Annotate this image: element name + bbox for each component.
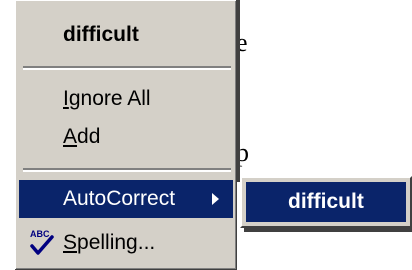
autocorrect-submenu: difficult	[240, 176, 412, 228]
add-mnemonic: A	[63, 125, 78, 148]
spelling-mnemonic: S	[63, 231, 78, 254]
add-label: dd	[77, 125, 101, 148]
ignore-all-item[interactable]: Ignore All	[19, 80, 233, 118]
submenu-arrow-icon	[212, 193, 219, 205]
spelling-context-menu: difficult Ignore All Add AutoCorrect ABC…	[14, 0, 237, 270]
suggestion-item[interactable]: difficult	[19, 16, 233, 54]
add-item[interactable]: Add	[19, 118, 233, 156]
spelling-label: pelling...	[77, 231, 156, 254]
menu-separator	[23, 66, 231, 70]
suggestion-label: difficult	[63, 23, 139, 46]
spelling-check-icon: ABC	[30, 229, 54, 255]
autocorrect-suggestion-item[interactable]: difficult	[246, 182, 406, 222]
submenu-shadow	[244, 228, 412, 232]
ignore-all-label: gnore All	[68, 87, 151, 110]
autocorrect-item[interactable]: AutoCorrect	[19, 180, 233, 218]
spelling-item[interactable]: ABC Spelling...	[19, 224, 233, 262]
autocorrect-label: AutoCorrect	[63, 187, 176, 210]
spelling-icon-text: ABC	[30, 229, 50, 239]
autocorrect-suggestion-label: difficult	[288, 190, 364, 213]
menu-separator	[23, 168, 231, 172]
